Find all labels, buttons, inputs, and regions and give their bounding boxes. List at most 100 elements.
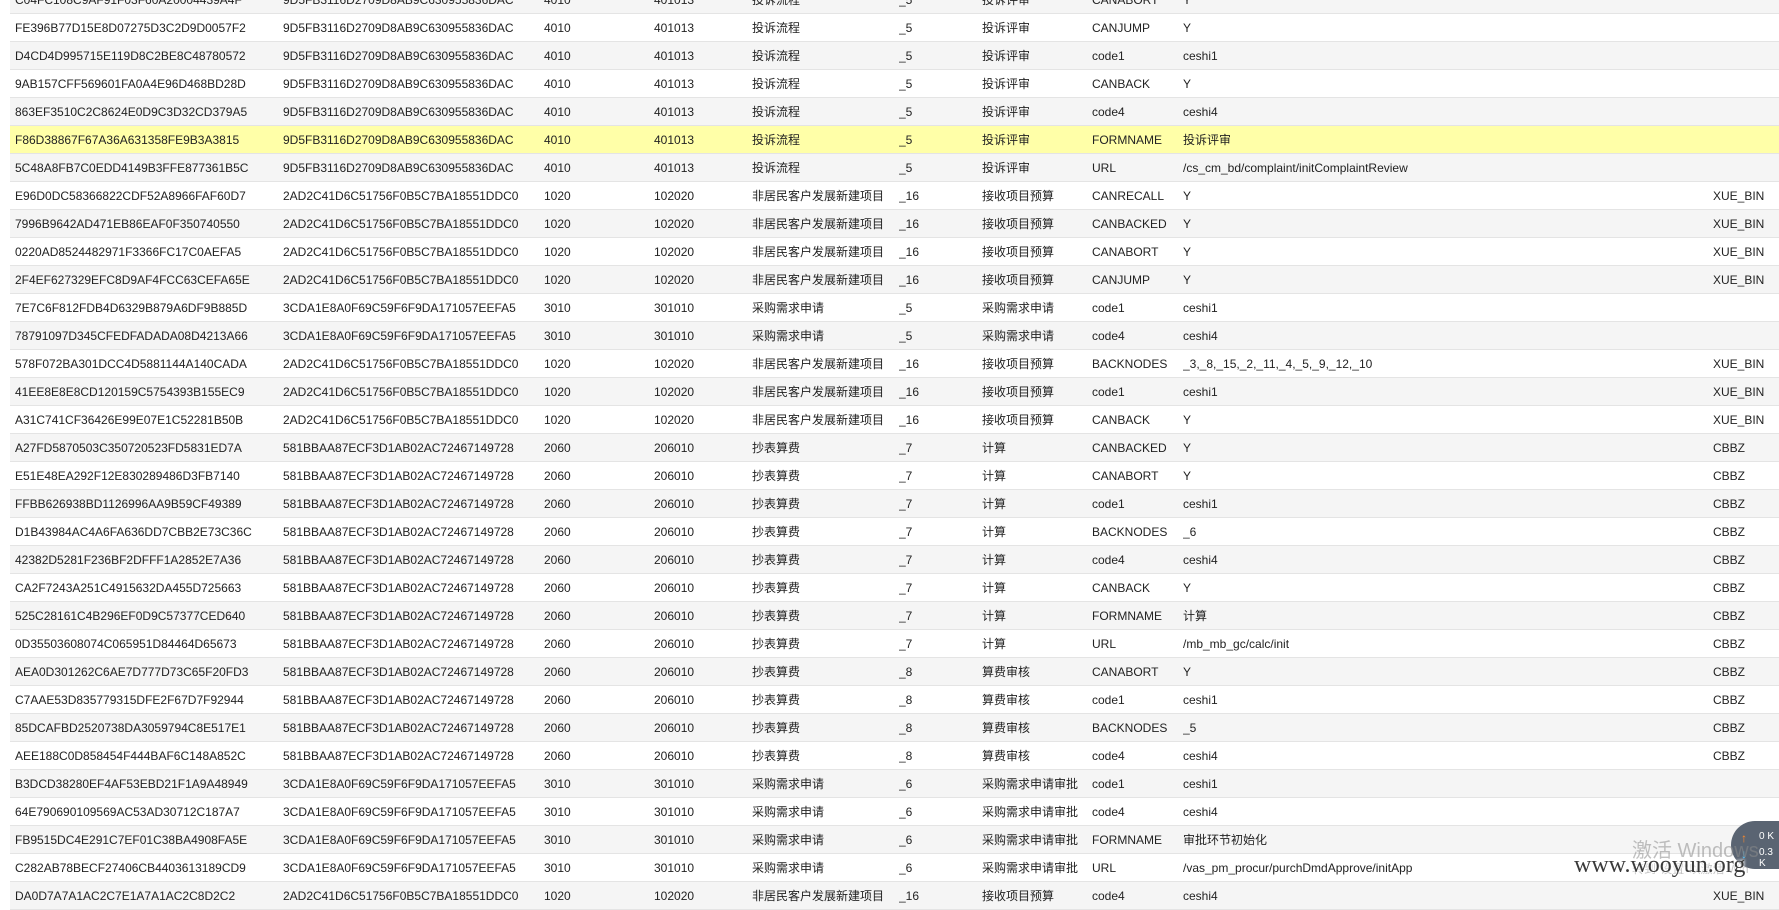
cell-param-value: Y: [1183, 581, 1192, 595]
table-row[interactable]: 0D35503608074C065951D84464D65673 581BBAA8…: [10, 630, 1779, 658]
table-row[interactable]: 9AB157CFF569601FA0A4E96D468BD28D 9D5FB311…: [10, 70, 1779, 98]
cell-row-id: 85DCAFBD2520738DA3059794C8E517E1: [15, 721, 246, 735]
cell-node-id: _16: [899, 413, 920, 427]
cell-node-name: 接收项目预算: [982, 413, 1055, 427]
cell-type-code: 1020: [544, 385, 571, 399]
cell-type-code: 1020: [544, 189, 571, 203]
table-row[interactable]: 42382D5281F236BF2DFFF1A2852E7A36 581BBAA8…: [10, 546, 1779, 574]
cell-process-name: 采购需求申请: [752, 777, 825, 791]
table-row[interactable]: 85DCAFBD2520738DA3059794C8E517E1 581BBAA8…: [10, 714, 1779, 742]
cell-node-id: _7: [899, 469, 913, 483]
cell-node-name: 算费审核: [982, 693, 1031, 707]
cell-sub-code: 206010: [654, 693, 695, 707]
cell-process-name: 抄表算费: [752, 637, 801, 651]
upload-arrow-icon: ↑: [1741, 831, 1747, 845]
table-row[interactable]: 7E7C6F812FDB4D6329B879A6DF9B885D 3CDA1E8A…: [10, 294, 1779, 322]
cell-row-id: 863EF3510C2C8624E0D9C3D32CD379A5: [15, 105, 248, 119]
table-row[interactable]: E51E48EA292F12E830289486D3FB7140 581BBAA8…: [10, 462, 1779, 490]
cell-row-id: 5C48A8FB7C0EDD4149B3FFE877361B5C: [15, 161, 249, 175]
cell-process-name: 抄表算费: [752, 693, 801, 707]
cell-type-code: 3010: [544, 777, 571, 791]
cell-sub-code: 102020: [654, 217, 695, 231]
cell-owner: XUE_BIN: [1713, 413, 1765, 427]
table-row[interactable]: A31C741CF36426E99E07E1C52281B50B 2AD2C41D…: [10, 406, 1779, 434]
cell-param-value: ceshi4: [1183, 329, 1218, 343]
table-row[interactable]: C04FC108C9AF91F03F60A20004439A4F 9D5FB311…: [10, 0, 1779, 14]
table-row[interactable]: 863EF3510C2C8624E0D9C3D32CD379A5 9D5FB311…: [10, 98, 1779, 126]
table-row[interactable]: FB9515DC4E291C7EF01C38BA4908FA5E 3CDA1E8A…: [10, 826, 1779, 854]
cell-sub-code: 206010: [654, 553, 695, 567]
cell-process-name: 投诉流程: [752, 133, 801, 147]
cell-node-name: 接收项目预算: [982, 889, 1055, 903]
table-row[interactable]: 5C48A8FB7C0EDD4149B3FFE877361B5C 9D5FB311…: [10, 154, 1779, 182]
cell-node-name: 计算: [982, 609, 1007, 623]
table-row[interactable]: D1B43984AC4A6FA636DD7CBB2E73C36C 581BBAA8…: [10, 518, 1779, 546]
cell-row-id: 0D35503608074C065951D84464D65673: [15, 637, 237, 651]
cell-row-id: 525C28161C4B296EF0D9C57377CED640: [15, 609, 246, 623]
cell-param-key: CANBACK: [1092, 77, 1151, 91]
cell-owner: CBBZ: [1713, 581, 1746, 595]
cell-type-code: 1020: [544, 245, 571, 259]
cell-param-key: code4: [1092, 889, 1125, 903]
cell-process-id: 581BBAA87ECF3D1AB02AC72467149728: [283, 553, 514, 567]
cell-node-id: _7: [899, 581, 913, 595]
cell-param-key: code1: [1092, 693, 1125, 707]
cell-node-id: _5: [899, 329, 913, 343]
table-row[interactable]: 78791097D345CFEDFADADA08D4213A66 3CDA1E8A…: [10, 322, 1779, 350]
table-row[interactable]: D4CD4D995715E119D8C2BE8C48780572 9D5FB311…: [10, 42, 1779, 70]
table-row[interactable]: FE396B77D15E8D07275D3C2D9D0057F2 9D5FB311…: [10, 14, 1779, 42]
table-row[interactable]: C7AAE53D835779315DFE2F67D7F92944 581BBAA8…: [10, 686, 1779, 714]
table-row[interactable]: 0220AD8524482971F3366FC17C0AEFA5 2AD2C41D…: [10, 238, 1779, 266]
cell-node-name: 采购需求申请审批: [982, 833, 1079, 847]
cell-param-value: Y: [1183, 665, 1192, 679]
table-row[interactable]: 41EE8E8E8CD120159C5754393B155EC9 2AD2C41D…: [10, 378, 1779, 406]
cell-process-name: 非居民客户发展新建项目: [752, 385, 885, 399]
cell-param-key: BACKNODES: [1092, 721, 1168, 735]
cell-row-id: C282AB78BECF27406CB4403613189CD9: [15, 861, 246, 875]
cell-row-id: FE396B77D15E8D07275D3C2D9D0057F2: [15, 21, 246, 35]
cell-row-id: A31C741CF36426E99E07E1C52281B50B: [15, 413, 244, 427]
cell-sub-code: 401013: [654, 21, 695, 35]
cell-process-name: 投诉流程: [752, 77, 801, 91]
cell-type-code: 4010: [544, 21, 571, 35]
cell-row-id: FFBB626938BD1126996AA9B59CF49389: [15, 497, 242, 511]
cell-sub-code: 102020: [654, 189, 695, 203]
cell-node-name: 接收项目预算: [982, 385, 1055, 399]
upload-speed: 0 K: [1759, 831, 1775, 842]
table-row[interactable]: AEA0D301262C6AE7D777D73C65F20FD3 581BBAA8…: [10, 658, 1779, 686]
table-row[interactable]: F86D38867F67A36A631358FE9B3A3815 9D5FB311…: [10, 126, 1779, 154]
cell-process-id: 3CDA1E8A0F69C59F6F9DA171057EEFA5: [283, 861, 516, 875]
table-row[interactable]: A27FD5870503C350720523FD5831ED7A 581BBAA8…: [10, 434, 1779, 462]
table-row[interactable]: 578F072BA301DCC4D5881144A140CADA 2AD2C41D…: [10, 350, 1779, 378]
table-row[interactable]: CA2F7243A251C4915632DA455D725663 581BBAA8…: [10, 574, 1779, 602]
cell-row-id: 2F4EF627329EFC8D9AF4FCC63CEFA65E: [15, 273, 250, 287]
table-row[interactable]: E96D0DC58366822CDF52A8966FAF60D7 2AD2C41D…: [10, 182, 1779, 210]
table-row[interactable]: AEE188C0D858454F444BAF6C148A852C 581BBAA8…: [10, 742, 1779, 770]
cell-node-id: _5: [899, 133, 913, 147]
table-row[interactable]: 64E790690109569AC53AD30712C187A7 3CDA1E8A…: [10, 798, 1779, 826]
cell-node-name: 接收项目预算: [982, 189, 1055, 203]
cell-node-id: _16: [899, 385, 920, 399]
cell-row-id: 578F072BA301DCC4D5881144A140CADA: [15, 357, 247, 371]
cell-param-key: BACKNODES: [1092, 525, 1168, 539]
table-row[interactable]: DA0D7A7A1AC2C7E1A7A1AC2C8D2C2 2AD2C41D6C5…: [10, 882, 1779, 910]
table-row[interactable]: 7996B9642AD471EB86EAF0F350740550 2AD2C41D…: [10, 210, 1779, 238]
cell-param-value: Y: [1183, 0, 1192, 7]
cell-param-key: CANBACKED: [1092, 217, 1167, 231]
cell-type-code: 2060: [544, 721, 571, 735]
table-row[interactable]: FFBB626938BD1126996AA9B59CF49389 581BBAA8…: [10, 490, 1779, 518]
cell-node-name: 投诉评审: [982, 105, 1031, 119]
cell-row-id: D1B43984AC4A6FA636DD7CBB2E73C36C: [15, 525, 252, 539]
cell-process-id: 9D5FB3116D2709D8AB9C630955836DAC: [283, 21, 514, 35]
table-row[interactable]: 2F4EF627329EFC8D9AF4FCC63CEFA65E 2AD2C41D…: [10, 266, 1779, 294]
cell-process-name: 非居民客户发展新建项目: [752, 189, 885, 203]
cell-process-id: 9D5FB3116D2709D8AB9C630955836DAC: [283, 105, 514, 119]
cell-process-id: 2AD2C41D6C51756F0B5C7BA18551DDC0: [283, 189, 519, 203]
cell-process-id: 9D5FB3116D2709D8AB9C630955836DAC: [283, 77, 514, 91]
cell-row-id: A27FD5870503C350720523FD5831ED7A: [15, 441, 242, 455]
table-row[interactable]: 525C28161C4B296EF0D9C57377CED640 581BBAA8…: [10, 602, 1779, 630]
cell-owner: CBBZ: [1713, 749, 1746, 763]
table-row[interactable]: C282AB78BECF27406CB4403613189CD9 3CDA1E8A…: [10, 854, 1779, 882]
cell-node-id: _8: [899, 693, 913, 707]
table-row[interactable]: B3DCD38280EF4AF53EBD21F1A9A48949 3CDA1E8A…: [10, 770, 1779, 798]
